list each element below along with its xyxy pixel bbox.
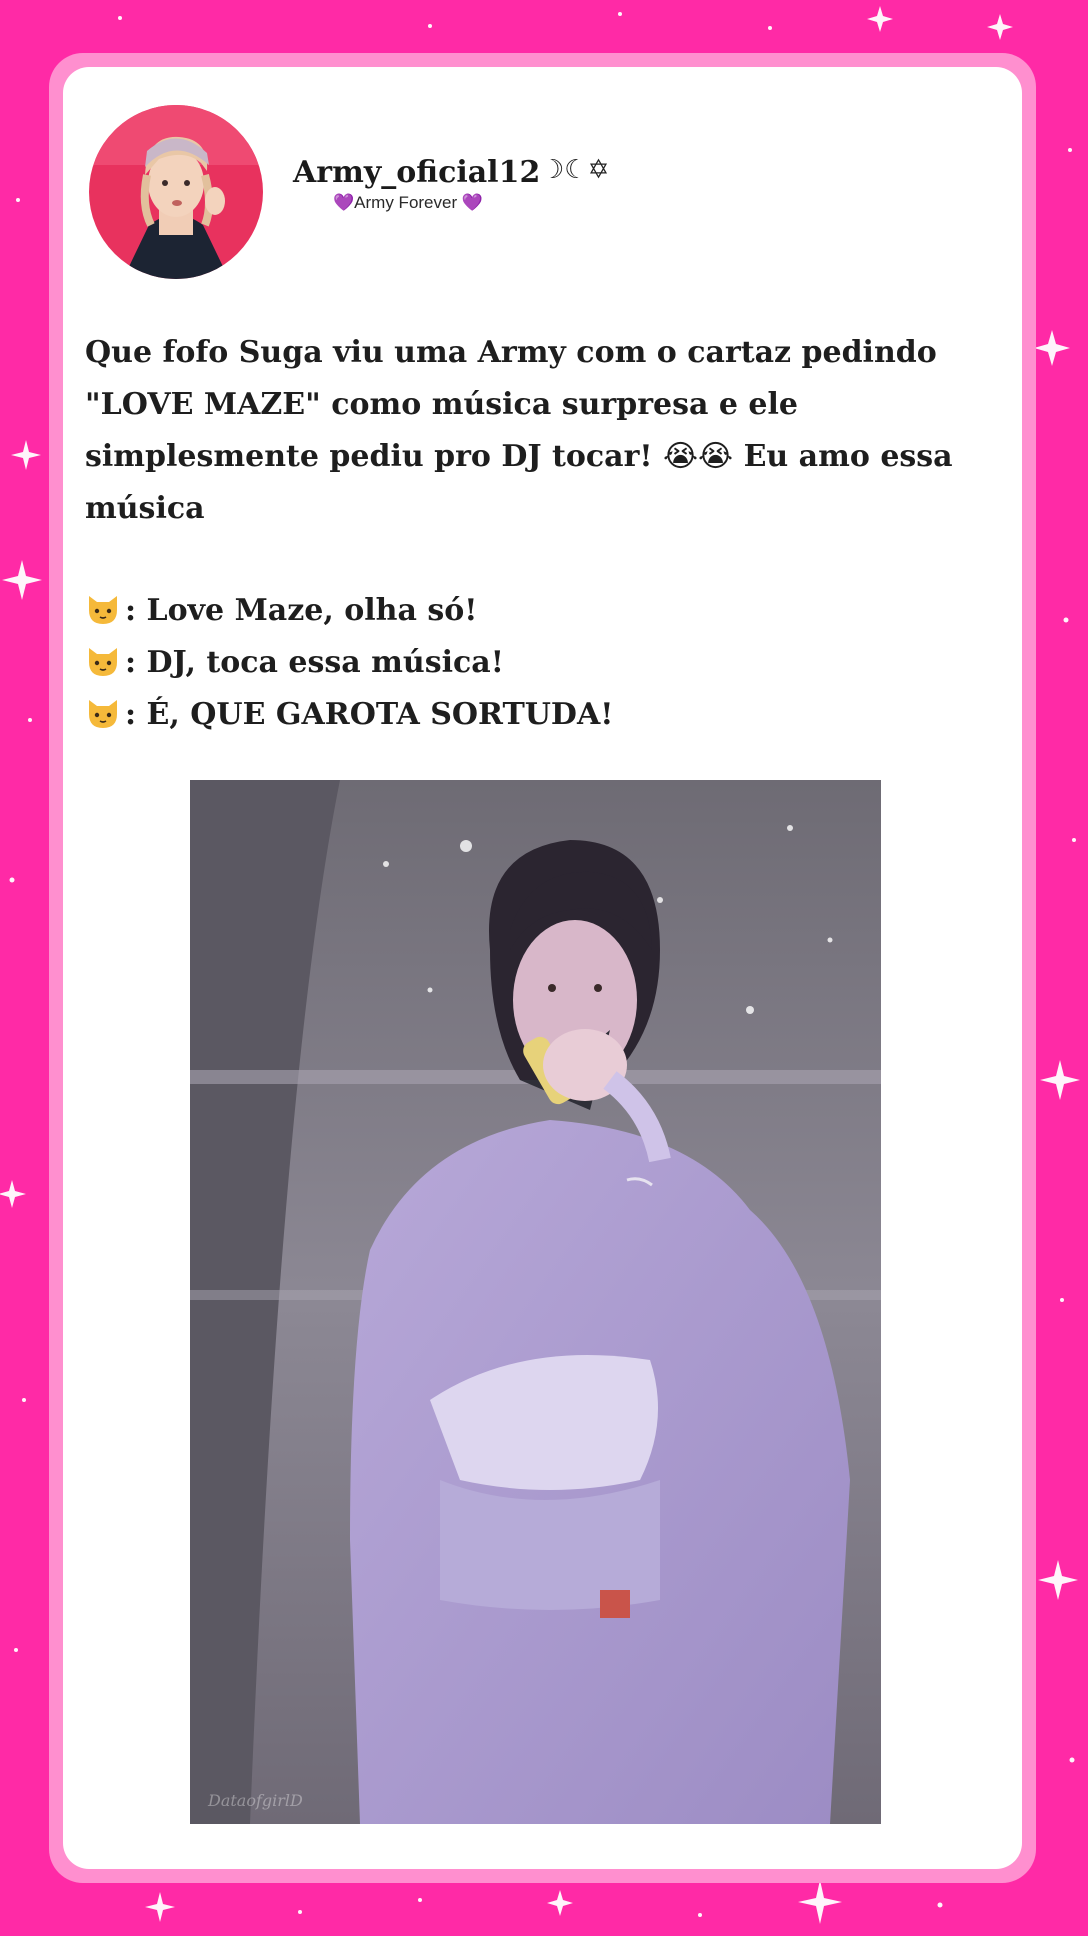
quote-line: : É, QUE GAROTA SORTUDA! — [85, 689, 995, 741]
sparkle-icon — [145, 1892, 175, 1922]
sparkle-icon — [987, 14, 1013, 40]
post-line-text: simplesmente pediu pro DJ tocar! — [85, 439, 653, 474]
quote-line: : Love Maze, olha só! — [85, 585, 995, 637]
cat-face-icon — [89, 648, 117, 676]
username[interactable]: Army_oficial12 — [293, 155, 540, 190]
quote-text: : Love Maze, olha só! — [125, 593, 478, 628]
post-line: Que fofo Suga viu uma Army com o cartaz … — [85, 335, 937, 370]
username-decoration: ☽☾✡ — [541, 155, 610, 185]
post-line-suffix: Eu amo essa — [743, 439, 953, 474]
purple-heart-icon: 💜 — [333, 193, 355, 213]
avatar-image — [89, 105, 263, 279]
post-media-image[interactable]: DataofgirlD — [190, 780, 881, 1824]
purple-heart-icon: 💜 — [461, 193, 484, 213]
sparkle-icon — [1038, 1560, 1078, 1600]
quote-line: : DJ, toca essa música! — [85, 637, 995, 689]
avatar[interactable] — [89, 105, 263, 279]
sparkle-icon — [547, 1890, 573, 1916]
sparkle-icon — [11, 440, 41, 470]
concert-photo — [190, 780, 881, 1824]
sparkle-icon — [1040, 1060, 1080, 1100]
post-line: simplesmente pediu pro DJ tocar! 😭😭 Eu a… — [85, 431, 995, 483]
media-watermark: DataofgirlD — [208, 1791, 303, 1810]
cat-face-icon — [89, 596, 117, 624]
sparkle-icon — [798, 1880, 842, 1924]
crying-face-icon: 😭😭 — [663, 439, 734, 474]
quote-text: : É, QUE GAROTA SORTUDA! — [125, 697, 614, 732]
sparkle-icon — [0, 1180, 26, 1208]
tagline-text: Army Forever — [354, 193, 458, 212]
post-line: "LOVE MAZE" como música surpresa e ele — [85, 387, 798, 422]
cat-face-icon — [89, 700, 117, 728]
sparkle-icon — [1034, 330, 1070, 366]
sparkle-icon — [867, 6, 893, 32]
post-body: Que fofo Suga viu uma Army com o cartaz … — [85, 327, 995, 535]
quote-text: : DJ, toca essa música! — [125, 645, 504, 680]
sparkle-icon — [2, 560, 42, 600]
quote-list: : Love Maze, olha só! : DJ, toca essa mú… — [85, 585, 995, 741]
post-card: Army_oficial12 ☽☾✡ 💜Army Forever 💜 Que f… — [63, 67, 1022, 1869]
user-tagline: 💜Army Forever 💜 — [333, 193, 483, 213]
post-line: música — [85, 491, 205, 526]
